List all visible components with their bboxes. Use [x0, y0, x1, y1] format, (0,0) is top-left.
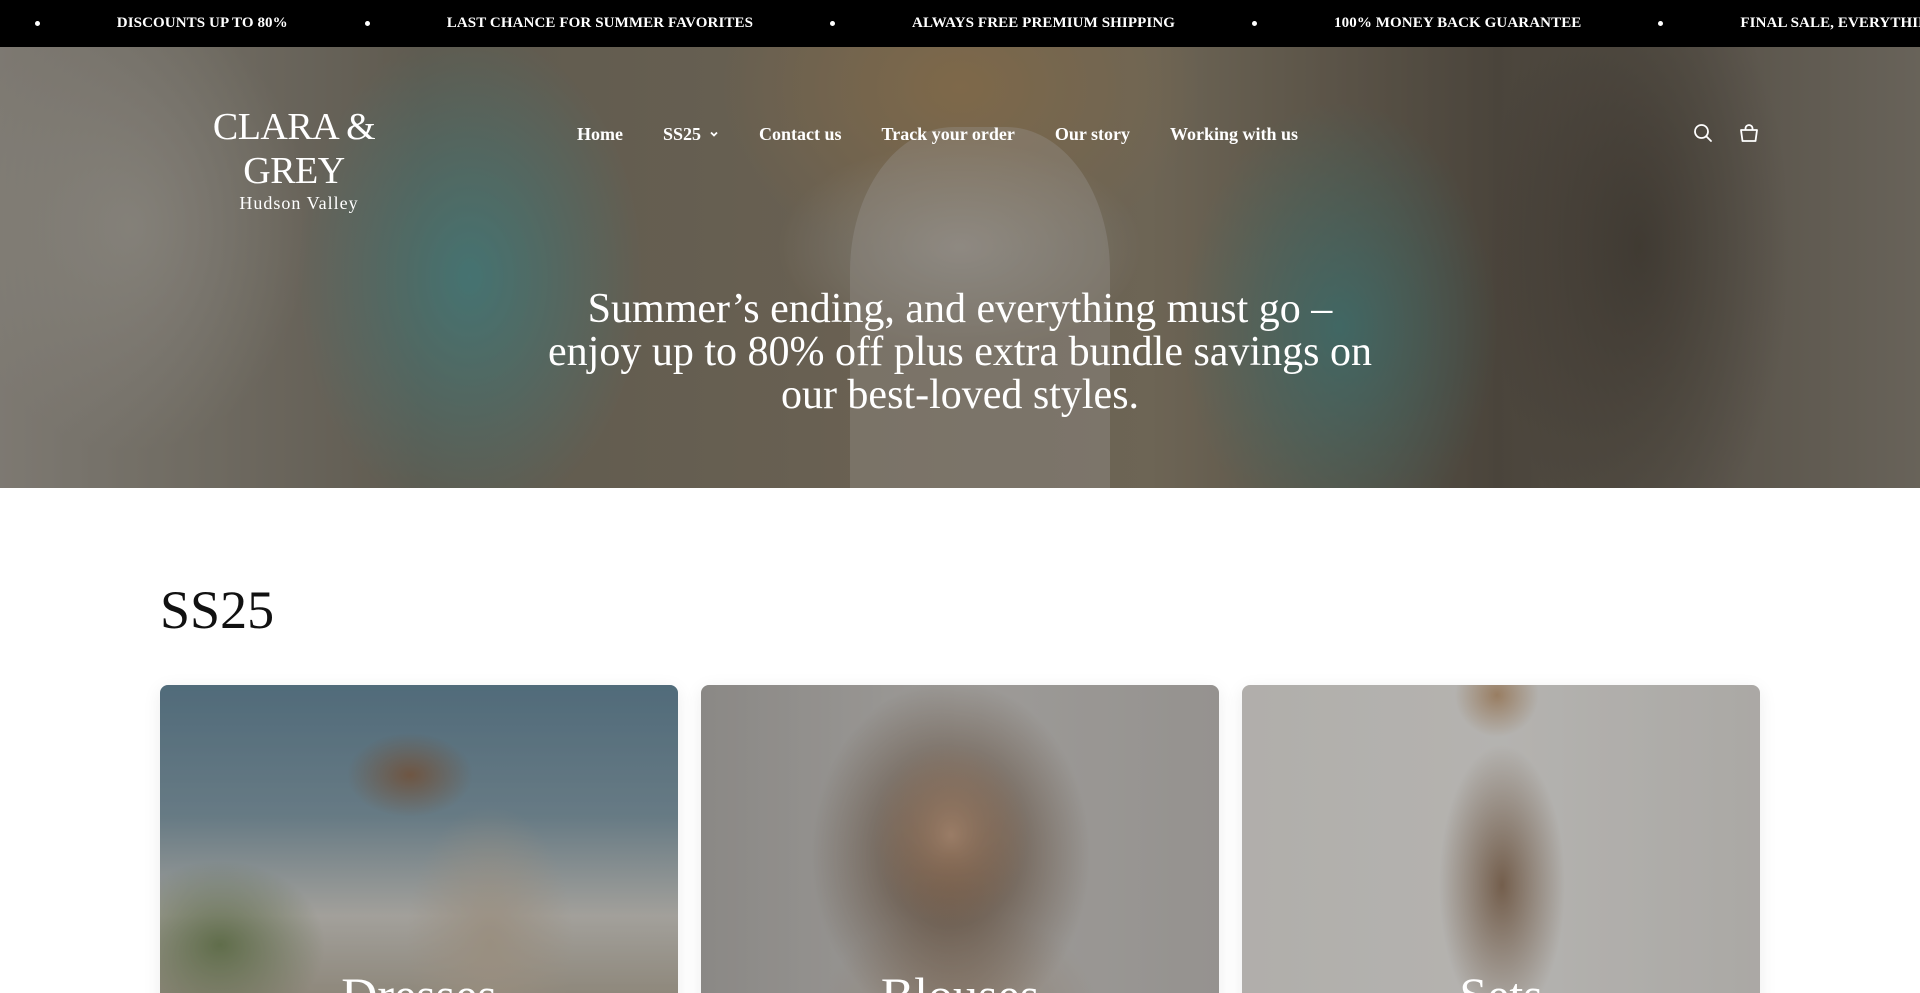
- header-actions: [1692, 122, 1760, 144]
- nav-ss25[interactable]: SS25: [663, 124, 719, 145]
- collection-card-sets[interactable]: Sets: [1242, 685, 1760, 993]
- hero-banner: CLARA & GREY Hudson Valley Home SS25 Con…: [0, 47, 1920, 488]
- chevron-down-icon: [710, 131, 718, 137]
- card-label: Blouses: [701, 965, 1219, 993]
- nav-ss25-label: SS25: [662, 123, 702, 144]
- card-label: Dresses: [160, 965, 678, 993]
- nav-track-order[interactable]: Track your order: [882, 124, 1015, 145]
- brand-logo[interactable]: CLARA & GREY Hudson Valley: [164, 105, 424, 213]
- separator-dot: [1658, 21, 1664, 26]
- hero-headline: Summer’s ending, and everything must go …: [548, 286, 1372, 418]
- separator-dot: [364, 21, 370, 26]
- collection-card-blouses[interactable]: Blouses: [701, 685, 1219, 993]
- collection-grid: Dresses Blouses Sets: [160, 685, 1760, 993]
- separator-dot: [34, 21, 40, 26]
- logo-wordmark: CLARA & GREY: [212, 106, 376, 192]
- announcement-text: DISCOUNTS UP TO 80%: [116, 15, 288, 31]
- announcement-item: DISCOUNTS UP TO 80%: [117, 15, 447, 32]
- announcement-item: FINAL SALE, EVERYTHING MU: [1740, 15, 1920, 32]
- announcement-item: ALWAYS FREE PREMIUM SHIPPING: [912, 15, 1334, 32]
- announcement-track: O DISCOUNTS UP TO 80% LAST CHANCE FOR SU…: [0, 0, 1920, 47]
- announcement-item: O: [0, 15, 117, 32]
- announcement-text: FINAL SALE, EVERYTHING MU: [1740, 15, 1920, 31]
- card-overlay: [160, 685, 678, 993]
- card-overlay: [1242, 685, 1760, 993]
- nav-working-with-us[interactable]: Working with us: [1170, 124, 1298, 145]
- section-title: SS25: [160, 580, 275, 640]
- collection-card-dresses[interactable]: Dresses: [160, 685, 678, 993]
- main-nav: Home SS25 Contact us Track your order Ou…: [577, 117, 1298, 151]
- logo-location: Hudson Valley: [239, 193, 359, 213]
- separator-dot: [830, 21, 836, 26]
- cart-icon[interactable]: [1738, 122, 1760, 144]
- nav-contact-us[interactable]: Contact us: [759, 124, 842, 145]
- announcement-text: LAST CHANCE FOR SUMMER FAVORITES: [446, 15, 754, 31]
- card-overlay: [701, 685, 1219, 993]
- separator-dot: [1252, 21, 1258, 26]
- nav-home[interactable]: Home: [577, 124, 623, 145]
- search-icon[interactable]: [1692, 122, 1714, 144]
- announcement-text: ALWAYS FREE PREMIUM SHIPPING: [912, 15, 1176, 31]
- card-label: Sets: [1242, 965, 1760, 993]
- announcement-text: 100% MONEY BACK GUARANTEE: [1334, 15, 1582, 31]
- nav-our-story[interactable]: Our story: [1055, 124, 1130, 145]
- announcement-item: 100% MONEY BACK GUARANTEE: [1334, 15, 1740, 32]
- announcement-bar: O DISCOUNTS UP TO 80% LAST CHANCE FOR SU…: [0, 0, 1920, 47]
- announcement-item: LAST CHANCE FOR SUMMER FAVORITES: [447, 15, 912, 32]
